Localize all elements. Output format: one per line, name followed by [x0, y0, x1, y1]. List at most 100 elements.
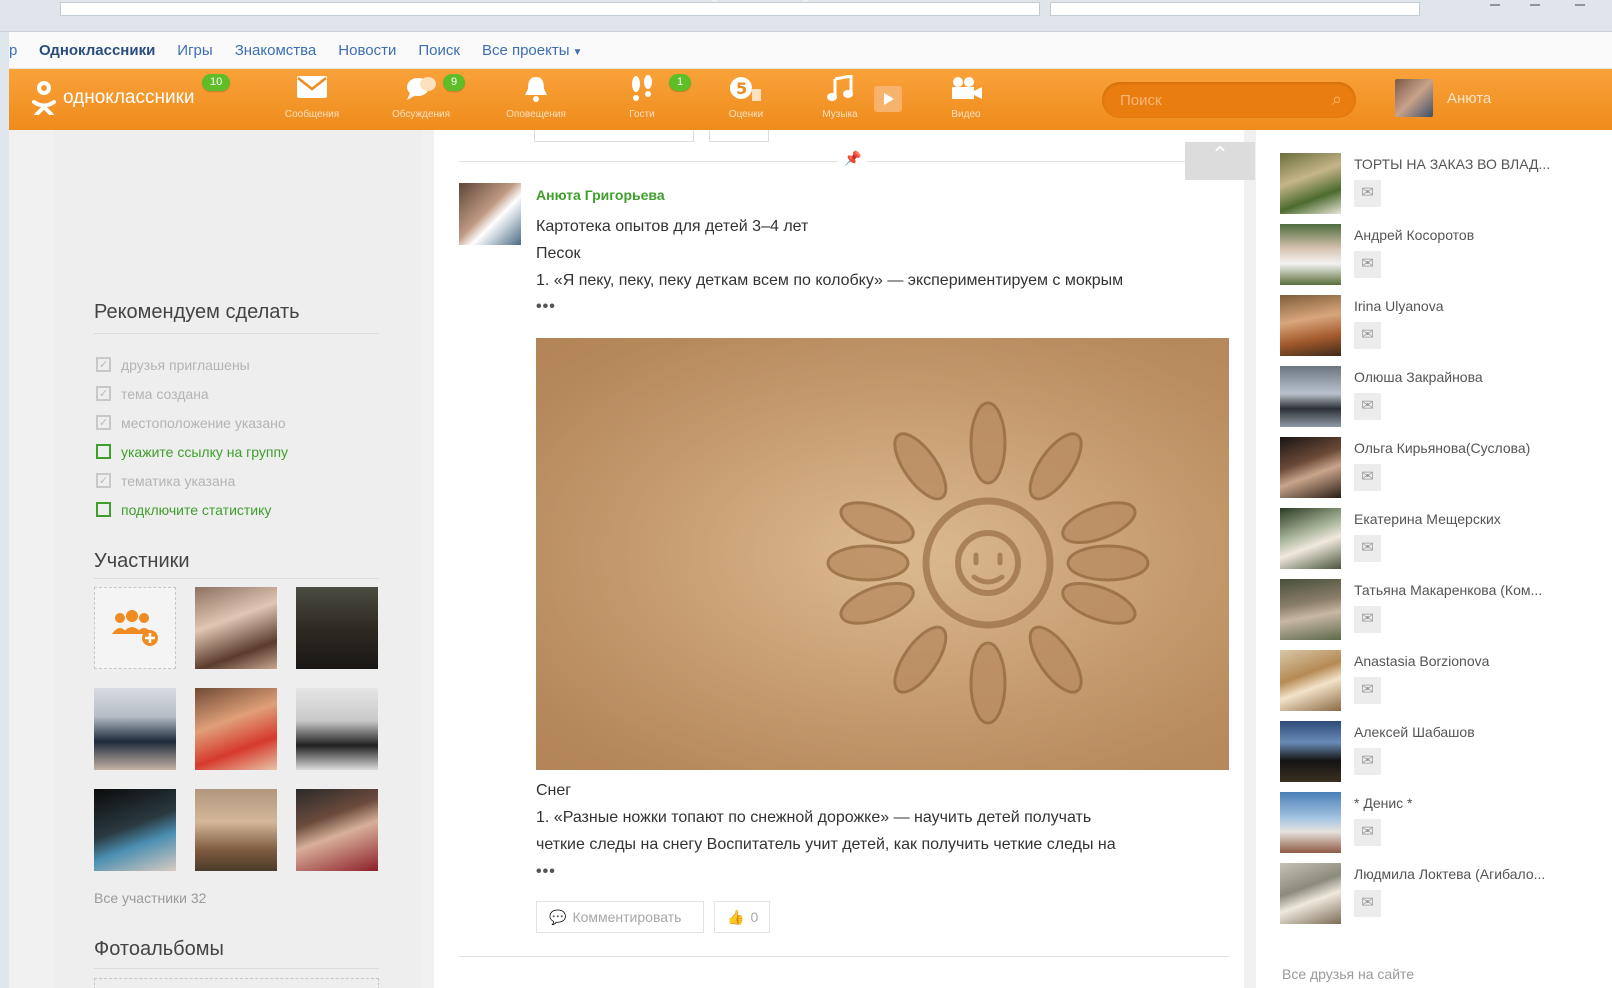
friend-item[interactable]: Anastasia Borzionova ✉ [1280, 650, 1610, 712]
send-message-icon[interactable]: ✉ [1354, 393, 1381, 420]
member-avatar[interactable] [195, 789, 277, 871]
nav-music[interactable]: Музыка [795, 74, 885, 120]
check-icon: ✓ [96, 386, 111, 401]
post-title: Картотека опытов для детей 3–4 лет [536, 218, 809, 235]
nav-guests-label: Гости [629, 109, 655, 120]
task-item: ✓ тема создана [96, 379, 288, 408]
like-button[interactable]: 👍 0 [714, 901, 770, 933]
friend-name[interactable]: Екатерина Мещерских [1354, 511, 1564, 527]
search-icon[interactable]: ⌕ [1332, 89, 1342, 110]
portal-link-news[interactable]: Новости [338, 42, 396, 59]
friend-item[interactable]: Олюша Закрайнова ✉ [1280, 366, 1610, 428]
send-message-icon[interactable]: ✉ [1354, 890, 1381, 917]
send-message-icon[interactable]: ✉ [1354, 251, 1381, 278]
member-avatar[interactable] [296, 688, 378, 770]
nav-ratings[interactable]: 5 Оценки [701, 75, 791, 120]
task-link[interactable]: подключите статистику [121, 502, 271, 518]
friend-name[interactable]: Irina Ulyanova [1354, 298, 1564, 314]
member-avatar[interactable] [296, 789, 378, 871]
window-control-icon[interactable] [1490, 4, 1500, 6]
all-members-link[interactable]: Все участники 32 [94, 890, 206, 906]
friend-name[interactable]: Anastasia Borzionova [1354, 653, 1564, 669]
friend-item[interactable]: Людмила Локтева (Агибало... ✉ [1280, 863, 1610, 925]
portal-cut-link[interactable]: р [9, 42, 39, 59]
add-member-button[interactable] [94, 587, 176, 669]
task-link[interactable]: укажите ссылку на группу [121, 444, 288, 460]
feed-column: 📌 ⌃ Анюта Григорьева Картотека опытов дл… [434, 130, 1255, 988]
send-message-icon[interactable]: ✉ [1354, 180, 1381, 207]
friend-name[interactable]: Алексей Шабашов [1354, 724, 1564, 740]
site-logo[interactable]: одноклассники [31, 81, 195, 115]
left-column: Рекомендуем сделать ✓ друзья приглашены ✓… [54, 130, 422, 988]
user-menu[interactable]: Анюта [1395, 79, 1491, 117]
prev-like-button[interactable] [709, 130, 769, 142]
send-message-icon[interactable]: ✉ [1354, 464, 1381, 491]
post-image[interactable] [536, 338, 1229, 770]
friend-avatar [1280, 153, 1341, 214]
album-placeholder[interactable] [94, 978, 379, 988]
send-message-icon[interactable]: ✉ [1354, 535, 1381, 562]
friend-name[interactable]: * Денис * [1354, 795, 1564, 811]
video-icon [921, 75, 1011, 109]
more-text-button[interactable]: ••• [536, 863, 556, 881]
like-count: 0 [750, 909, 759, 925]
task-label: тема создана [121, 385, 209, 402]
scroll-up-button[interactable]: ⌃ [1185, 142, 1255, 180]
nav-messages[interactable]: Сообщения [267, 75, 357, 120]
prev-comment-button[interactable] [534, 130, 694, 142]
window-control-icon[interactable] [1575, 4, 1585, 6]
send-message-icon[interactable]: ✉ [1354, 606, 1381, 633]
friend-name[interactable]: Людмила Локтева (Агибало... [1354, 866, 1564, 882]
rating-icon: 5 [701, 75, 791, 109]
friend-item[interactable]: Алексей Шабашов ✉ [1280, 721, 1610, 783]
comment-button[interactable]: 💬 Комментировать [536, 901, 704, 933]
member-avatar[interactable] [94, 789, 176, 871]
task-label: друзья приглашены [121, 356, 250, 373]
portal-link-dating[interactable]: Знакомства [235, 42, 317, 59]
friend-item[interactable]: * Денис * ✉ [1280, 792, 1610, 854]
pin-icon[interactable]: 📌 [838, 150, 868, 167]
portal-link-search[interactable]: Поиск [418, 42, 460, 59]
search-input[interactable] [1120, 89, 1320, 111]
member-avatar[interactable] [296, 587, 378, 669]
member-avatar[interactable] [94, 688, 176, 770]
nav-video[interactable]: Видео [921, 75, 1011, 120]
portal-link-odnoklassniki[interactable]: Одноклассники [39, 42, 155, 59]
all-friends-link[interactable]: Все друзья на сайте [1282, 966, 1414, 982]
send-message-icon[interactable]: ✉ [1354, 819, 1381, 846]
friend-item[interactable]: Ольга Кирьянова(Суслова) ✉ [1280, 437, 1610, 499]
send-message-icon[interactable]: ✉ [1354, 748, 1381, 775]
window-control-icon[interactable] [1530, 4, 1540, 6]
friend-item[interactable]: ТОРТЫ НА ЗАКАЗ ВО ВЛАД... ✉ [1280, 153, 1610, 215]
nav-video-label: Видео [951, 109, 981, 120]
post-author[interactable]: Анюта Григорьева [536, 187, 665, 203]
nav-notifications[interactable]: Оповещения [491, 75, 581, 120]
send-message-icon[interactable]: ✉ [1354, 322, 1381, 349]
friend-name[interactable]: Татьяна Макаренкова (Ком... [1354, 582, 1564, 598]
friend-item[interactable]: Татьяна Макаренкова (Ком... ✉ [1280, 579, 1610, 641]
nav-discussions-label: Обсуждения [391, 109, 451, 120]
task-item[interactable]: укажите ссылку на группу [96, 437, 288, 466]
post-text: четкие следы на снегу Воспитатель учит д… [536, 836, 1116, 853]
friend-item[interactable]: Андрей Косоротов ✉ [1280, 224, 1610, 286]
member-avatar[interactable] [195, 587, 277, 669]
address-bar[interactable] [60, 2, 1040, 16]
more-text-button[interactable]: ••• [536, 298, 556, 316]
portal-link-games[interactable]: Игры [177, 42, 212, 59]
friend-name[interactable]: ТОРТЫ НА ЗАКАЗ ВО ВЛАД... [1354, 156, 1564, 172]
check-icon: ✓ [96, 473, 111, 488]
music-play-icon[interactable] [873, 85, 903, 118]
post-author-avatar[interactable] [459, 183, 521, 245]
member-avatar[interactable] [195, 688, 277, 770]
browser-search-box[interactable] [1050, 2, 1420, 16]
logo-text: одноклассники [63, 87, 195, 108]
send-message-icon[interactable]: ✉ [1354, 677, 1381, 704]
friend-name[interactable]: Ольга Кирьянова(Суслова) [1354, 440, 1564, 456]
task-item[interactable]: подключите статистику [96, 495, 288, 524]
portal-link-all-projects[interactable]: Все проекты ▼ [482, 42, 582, 59]
friend-name[interactable]: Олюша Закрайнова [1354, 369, 1564, 385]
friend-item[interactable]: Екатерина Мещерских ✉ [1280, 508, 1610, 570]
friend-item[interactable]: Irina Ulyanova ✉ [1280, 295, 1610, 357]
friend-avatar [1280, 721, 1341, 782]
friend-name[interactable]: Андрей Косоротов [1354, 227, 1564, 243]
